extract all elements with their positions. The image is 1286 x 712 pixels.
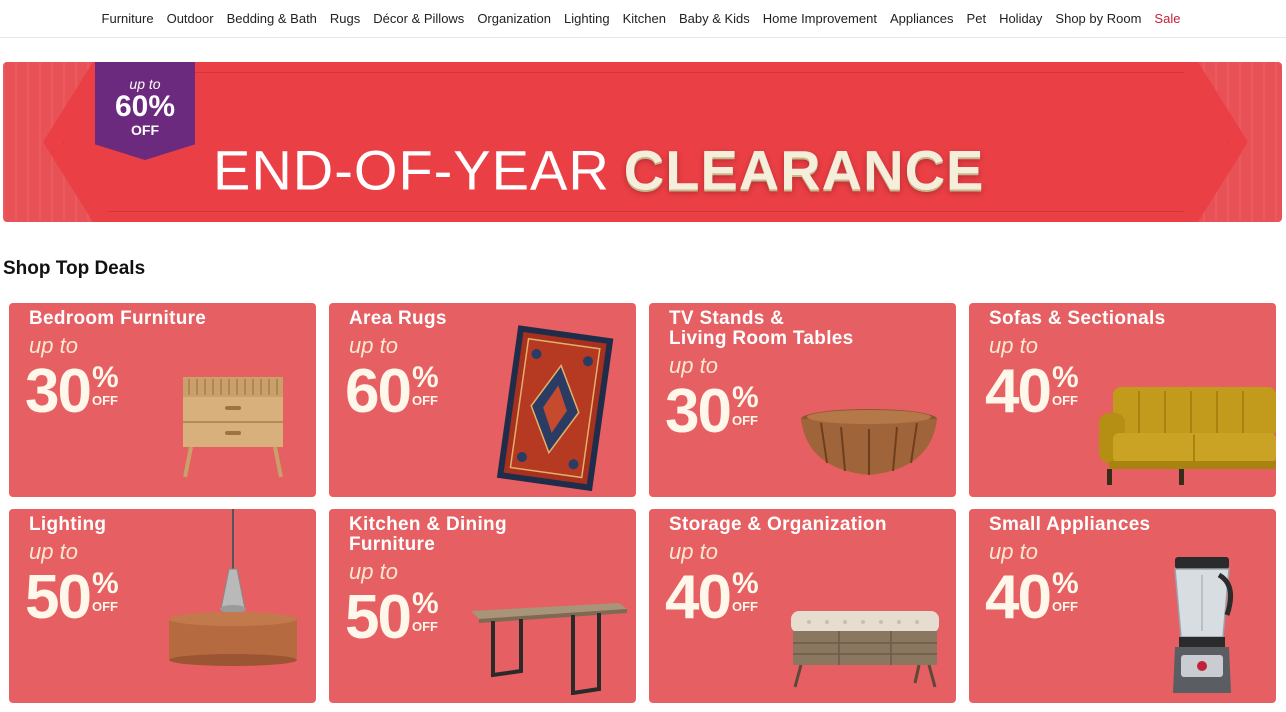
deal-card-area-rugs[interactable]: Area Rugs up to 60 % OFF — [329, 303, 636, 497]
deal-percent: 30 % OFF — [25, 361, 119, 423]
deal-up-to: up to — [989, 539, 1038, 564]
deal-percent-number: 50 — [345, 583, 412, 652]
deal-up-to: up to — [989, 333, 1038, 358]
category-list: Furniture Outdoor Bedding & Bath Rugs Dé… — [102, 11, 1181, 26]
dining-table-icon — [471, 603, 627, 695]
deal-name: Storage & Organization — [669, 514, 887, 535]
deal-off-label: OFF — [91, 393, 118, 408]
deal-percent-sign: % — [1051, 567, 1079, 600]
deal-off-label: OFF — [91, 599, 118, 614]
deal-percent-number: 30 — [25, 357, 92, 426]
deal-percent: 60 % OFF — [345, 361, 439, 423]
deal-percent-sign: % — [731, 381, 759, 414]
deal-percent-number: 40 — [985, 357, 1052, 426]
nav-item-shop-by-room[interactable]: Shop by Room — [1055, 11, 1141, 26]
top-category-nav: Furniture Outdoor Bedding & Bath Rugs Dé… — [0, 0, 1286, 38]
deal-percent-number: 40 — [985, 563, 1052, 632]
deal-card-tv-stands-living-room-tables[interactable]: TV Stands & Living Room Tables up to 30 %… — [649, 303, 956, 497]
nav-item-holiday[interactable]: Holiday — [999, 11, 1042, 26]
deal-off-label: OFF — [1051, 599, 1078, 614]
nav-item-kitchen[interactable]: Kitchen — [623, 11, 666, 26]
deal-percent-sign: % — [91, 567, 119, 600]
nav-item-decor-pillows[interactable]: Décor & Pillows — [373, 11, 464, 26]
deal-name: TV Stands & Living Room Tables — [669, 308, 854, 349]
blender-icon — [1173, 557, 1234, 693]
deal-name: Kitchen & Dining Furniture — [349, 514, 507, 555]
nav-item-lighting[interactable]: Lighting — [564, 11, 610, 26]
deal-percent-number: 50 — [25, 563, 92, 632]
deal-percent: 50 % OFF — [25, 567, 119, 629]
deal-off-label: OFF — [411, 619, 438, 634]
deal-percent-sign: % — [91, 361, 119, 394]
deal-percent: 30 % OFF — [665, 381, 759, 443]
deal-card-sofas-sectionals[interactable]: Sofas & Sectionals up to 40 % OFF — [969, 303, 1276, 497]
deal-off-label: OFF — [731, 599, 758, 614]
deal-name: Lighting — [29, 514, 107, 535]
storage-bench-icon — [791, 611, 939, 688]
nav-item-baby-kids[interactable]: Baby & Kids — [679, 11, 750, 26]
deal-card-storage-organization[interactable]: Storage & Organization up to 40 % OFF — [649, 509, 956, 703]
deal-percent-number: 40 — [665, 563, 732, 632]
deal-percent: 40 % OFF — [665, 567, 759, 629]
deal-name: Sofas & Sectionals — [989, 308, 1166, 329]
nav-item-sale[interactable]: Sale — [1154, 11, 1180, 26]
sofa-icon — [1099, 387, 1276, 485]
nav-item-pet[interactable]: Pet — [967, 11, 987, 26]
nav-item-furniture[interactable]: Furniture — [102, 11, 154, 26]
nav-item-rugs[interactable]: Rugs — [330, 11, 360, 26]
deal-name: Area Rugs — [349, 308, 447, 329]
deal-percent-number: 30 — [665, 377, 732, 446]
deal-percent-sign: % — [411, 361, 439, 394]
banner-title-part1: END-OF-YEAR — [213, 138, 610, 202]
deal-card-small-appliances[interactable]: Small Appliances up to 40 % OFF — [969, 509, 1276, 703]
deal-card-lighting[interactable]: Lighting up to 50 % OFF — [9, 509, 316, 703]
nightstand-icon — [183, 377, 283, 478]
deal-up-to: up to — [669, 539, 718, 564]
nav-item-bedding-bath[interactable]: Bedding & Bath — [227, 11, 317, 26]
deal-name: Small Appliances — [989, 514, 1151, 535]
nav-item-organization[interactable]: Organization — [477, 11, 551, 26]
deal-up-to: up to — [29, 539, 78, 564]
nav-item-home-improvement[interactable]: Home Improvement — [763, 11, 877, 26]
nav-item-outdoor[interactable]: Outdoor — [167, 11, 214, 26]
banner-title-part2: CLEARANCE — [623, 138, 985, 202]
deal-up-to: up to — [29, 333, 78, 358]
deal-name: Bedroom Furniture — [29, 308, 207, 329]
deal-up-to: up to — [349, 559, 398, 584]
badge-off: OFF — [131, 122, 159, 138]
deal-percent: 40 % OFF — [985, 361, 1079, 423]
badge-percent: 60% — [114, 90, 176, 123]
clearance-banner[interactable]: up to 60% OFF END-OF-YEAR CLEARANCE — [3, 62, 1282, 222]
discount-badge: up to 60% OFF — [95, 62, 195, 160]
deal-percent-sign: % — [411, 587, 439, 620]
rug-icon — [496, 325, 614, 492]
deal-percent-number: 60 — [345, 357, 412, 426]
deal-off-label: OFF — [731, 413, 758, 428]
coffee-table-icon — [801, 409, 937, 475]
section-title: Shop Top Deals — [3, 258, 146, 279]
pendant-lamp-icon — [169, 509, 297, 666]
deal-off-label: OFF — [411, 393, 438, 408]
deal-off-label: OFF — [1051, 393, 1078, 408]
deal-percent-sign: % — [731, 567, 759, 600]
deal-up-to: up to — [669, 353, 718, 378]
deal-card-kitchen-dining-furniture[interactable]: Kitchen & Dining Furniture up to 50 % OFF — [329, 509, 636, 703]
nav-item-appliances[interactable]: Appliances — [890, 11, 954, 26]
deal-card-bedroom-furniture[interactable]: Bedroom Furniture up to 30 % OFF — [9, 303, 316, 497]
deal-percent: 50 % OFF — [345, 587, 439, 649]
deal-percent: 40 % OFF — [985, 567, 1079, 629]
deal-percent-sign: % — [1051, 361, 1079, 394]
deal-up-to: up to — [349, 333, 398, 358]
banner-title: END-OF-YEAR CLEARANCE — [213, 138, 984, 203]
